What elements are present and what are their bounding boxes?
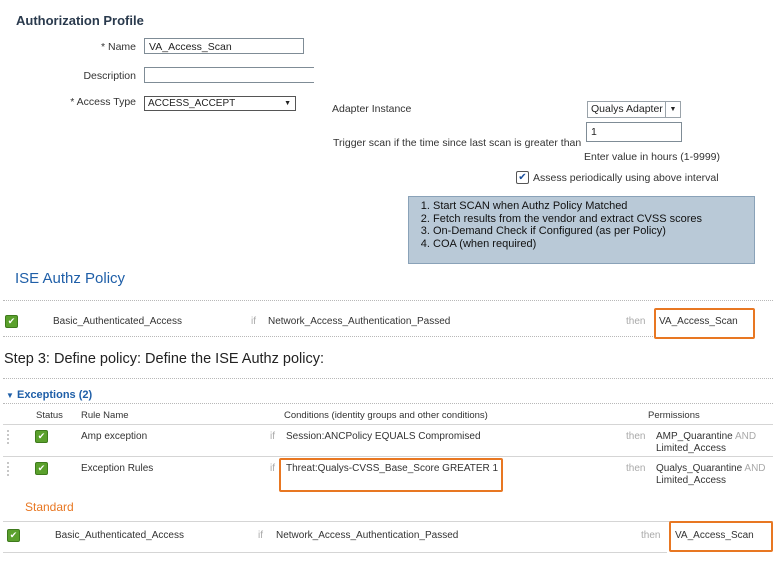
access-type-label: * Access Type <box>70 96 136 108</box>
authz-rule-name[interactable]: Basic_Authenticated_Access <box>53 316 182 327</box>
divider <box>3 424 773 425</box>
and-word: AND <box>744 463 766 474</box>
col-rule-name: Rule Name <box>81 410 129 421</box>
if-word: if <box>270 463 275 474</box>
permission-2[interactable]: Limited_Access <box>656 443 726 454</box>
status-check-icon[interactable]: ✔ <box>35 462 48 475</box>
trigger-field[interactable]: 1 <box>586 122 682 142</box>
then-word: then <box>626 431 646 442</box>
standard-condition[interactable]: Network_Access_Authentication_Passed <box>276 530 458 541</box>
adapter-select[interactable]: Qualys Adapter ▼ <box>587 101 681 118</box>
adapter-value: Qualys Adapter <box>591 103 663 115</box>
status-check-icon[interactable]: ✔ <box>5 315 18 328</box>
exception-permission[interactable]: Qualys_Quarantine AND <box>656 463 766 474</box>
access-type-select[interactable]: ACCESS_ACCEPT ▼ <box>144 96 296 111</box>
highlight-box <box>669 521 773 552</box>
note-item: On-Demand Check if Configured (as per Po… <box>433 225 754 238</box>
standard-title: Standard <box>25 500 74 514</box>
col-permissions: Permissions <box>648 410 700 421</box>
profile-title: Authorization Profile <box>16 13 144 28</box>
trigger-label: Trigger scan if the time since last scan… <box>333 137 582 149</box>
assess-label: Assess periodically using above interval <box>533 172 719 184</box>
exception-rule-name[interactable]: Amp exception <box>81 431 147 442</box>
permission-1: AMP_Quarantine <box>656 431 733 442</box>
drag-handle-icon[interactable] <box>7 462 13 476</box>
divider <box>3 300 773 301</box>
divider <box>3 456 773 457</box>
if-word: if <box>251 316 256 327</box>
and-word: AND <box>734 431 757 442</box>
status-check-icon[interactable]: ✔ <box>7 529 20 542</box>
authz-title: ISE Authz Policy <box>15 270 126 287</box>
note-item: COA (when required) <box>433 238 754 251</box>
note-item: Start SCAN when Authz Policy Matched <box>433 200 754 213</box>
divider <box>3 552 667 553</box>
if-word: if <box>270 431 275 442</box>
col-status: Status <box>36 410 63 421</box>
then-word: then <box>626 316 646 327</box>
status-check-icon[interactable]: ✔ <box>35 430 48 443</box>
then-word: then <box>626 463 646 474</box>
divider <box>3 403 773 404</box>
name-label: * Name <box>100 41 136 53</box>
note-item: Fetch results from the vendor and extrac… <box>433 213 754 226</box>
exception-permission[interactable]: AMP_Quarantine AND <box>656 431 756 442</box>
description-label: Description <box>83 70 136 82</box>
permission-1: Qualys_Quarantine <box>656 463 743 474</box>
permission-2[interactable]: Limited_Access <box>656 475 726 486</box>
exception-rule-name[interactable]: Exception Rules <box>81 463 153 474</box>
highlight-box <box>654 308 755 339</box>
assess-checkbox[interactable]: ✔ <box>516 171 529 184</box>
exceptions-title: Exceptions (2) <box>16 389 93 401</box>
exceptions-header[interactable]: ▼ Exceptions (2) <box>6 389 92 401</box>
divider <box>3 521 773 522</box>
highlight-box <box>279 458 503 492</box>
triangle-down-icon: ▼ <box>6 391 14 400</box>
col-conditions: Conditions (identity groups and other co… <box>284 410 488 421</box>
name-field[interactable]: VA_Access_Scan <box>144 38 304 54</box>
standard-rule-name[interactable]: Basic_Authenticated_Access <box>55 530 184 541</box>
trigger-hint: Enter value in hours (1-9999) <box>584 151 720 163</box>
exception-condition[interactable]: Session:ANCPolicy EQUALS Compromised <box>286 431 481 442</box>
chevron-down-icon: ▼ <box>665 102 680 117</box>
drag-handle-icon[interactable] <box>7 430 13 444</box>
divider <box>3 378 773 379</box>
process-note: Start SCAN when Authz Policy Matched Fet… <box>408 196 755 264</box>
access-type-value: ACCESS_ACCEPT <box>148 98 236 109</box>
chevron-down-icon: ▼ <box>284 100 291 107</box>
if-word: if <box>258 530 263 541</box>
adapter-label: Adapter Instance <box>332 103 412 115</box>
authz-condition[interactable]: Network_Access_Authentication_Passed <box>268 316 450 327</box>
divider <box>3 336 653 337</box>
description-field[interactable] <box>144 67 314 83</box>
then-word: then <box>641 530 661 541</box>
step-text: Step 3: Define policy: Define the ISE Au… <box>4 351 324 367</box>
